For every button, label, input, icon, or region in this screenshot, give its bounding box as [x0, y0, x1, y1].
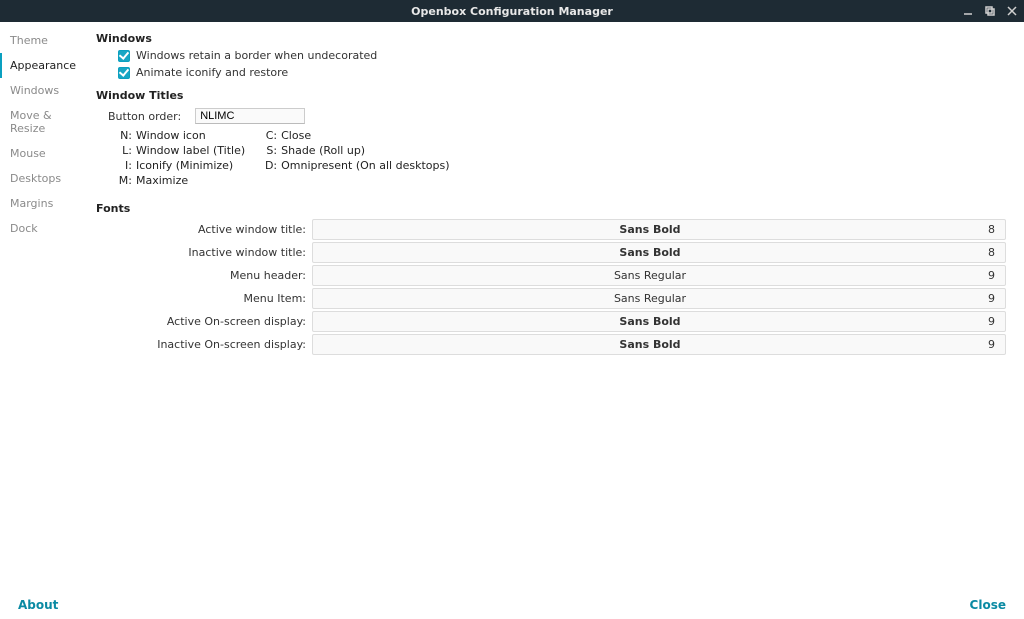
sidebar-item-theme[interactable]: Theme [0, 28, 90, 53]
legend-key: M: [118, 173, 132, 188]
font-name: Sans Bold [323, 246, 977, 259]
sidebar-item-dock[interactable]: Dock [0, 216, 90, 241]
sidebar-item-mouse[interactable]: Mouse [0, 141, 90, 166]
legend-key: L: [118, 143, 132, 158]
retain-border-checkbox[interactable] [118, 50, 130, 62]
font-size: 8 [977, 223, 995, 236]
font-button-active-osd[interactable]: Sans Bold 9 [312, 311, 1006, 332]
close-button[interactable]: Close [970, 598, 1006, 612]
retain-border-row[interactable]: Windows retain a border when undecorated [118, 49, 1010, 62]
close-icon[interactable] [1004, 3, 1020, 19]
font-label: Inactive window title: [96, 246, 312, 259]
font-label: Active On-screen display: [96, 315, 312, 328]
font-label: Menu header: [96, 269, 312, 282]
font-button-inactive-window[interactable]: Sans Bold 8 [312, 242, 1006, 263]
button-order-label: Button order: [108, 110, 181, 123]
font-name: Sans Bold [323, 223, 977, 236]
legend-value: Iconify (Minimize) [136, 159, 233, 172]
legend-key: I: [118, 158, 132, 173]
sidebar-item-margins[interactable]: Margins [0, 191, 90, 216]
font-row-active-window: Active window title: Sans Bold 8 [96, 219, 1010, 240]
font-name: Sans Bold [323, 315, 977, 328]
window-title: Openbox Configuration Manager [411, 5, 613, 18]
section-window-titles-heading: Window Titles [96, 89, 1010, 102]
legend-key: N: [118, 128, 132, 143]
animate-iconify-label: Animate iconify and restore [136, 66, 288, 79]
sidebar-item-appearance[interactable]: Appearance [0, 53, 90, 78]
font-button-active-window[interactable]: Sans Bold 8 [312, 219, 1006, 240]
content-panel: Windows Windows retain a border when und… [90, 22, 1024, 591]
section-fonts-heading: Fonts [96, 202, 1010, 215]
footer: About Close [0, 591, 1024, 619]
button-legend: N: Window icon L: Window label (Title) I: I… [118, 128, 1010, 188]
font-button-menu-header[interactable]: Sans Regular 9 [312, 265, 1006, 286]
font-label: Active window title: [96, 223, 312, 236]
font-size: 9 [977, 315, 995, 328]
button-order-row: Button order: [108, 108, 1010, 124]
titlebar: Openbox Configuration Manager [0, 0, 1024, 22]
maximize-icon[interactable] [982, 3, 998, 19]
font-size: 8 [977, 246, 995, 259]
legend-key: C: [263, 128, 277, 143]
legend-value: Maximize [136, 174, 188, 187]
legend-col-1: N: Window icon L: Window label (Title) I: I… [118, 128, 245, 188]
legend-value: Window label (Title) [136, 144, 245, 157]
font-size: 9 [977, 338, 995, 351]
font-name: Sans Regular [323, 269, 977, 282]
sidebar: Theme Appearance Windows Move & Resize M… [0, 22, 90, 591]
legend-key: D: [263, 158, 277, 173]
font-row-active-osd: Active On-screen display: Sans Bold 9 [96, 311, 1010, 332]
retain-border-label: Windows retain a border when undecorated [136, 49, 377, 62]
font-size: 9 [977, 292, 995, 305]
font-row-inactive-osd: Inactive On-screen display: Sans Bold 9 [96, 334, 1010, 355]
app-body: Theme Appearance Windows Move & Resize M… [0, 22, 1024, 591]
legend-value: Shade (Roll up) [281, 144, 365, 157]
legend-value: Omnipresent (On all desktops) [281, 159, 449, 172]
about-link[interactable]: About [18, 598, 58, 612]
sidebar-item-move-resize[interactable]: Move & Resize [0, 103, 90, 141]
font-row-inactive-window: Inactive window title: Sans Bold 8 [96, 242, 1010, 263]
font-name: Sans Regular [323, 292, 977, 305]
legend-value: Window icon [136, 129, 206, 142]
button-order-input[interactable] [195, 108, 305, 124]
font-row-menu-header: Menu header: Sans Regular 9 [96, 265, 1010, 286]
font-size: 9 [977, 269, 995, 282]
font-label: Inactive On-screen display: [96, 338, 312, 351]
font-label: Menu Item: [96, 292, 312, 305]
animate-iconify-checkbox[interactable] [118, 67, 130, 79]
minimize-icon[interactable] [960, 3, 976, 19]
sidebar-item-desktops[interactable]: Desktops [0, 166, 90, 191]
window-controls [960, 0, 1020, 22]
font-name: Sans Bold [323, 338, 977, 351]
font-button-inactive-osd[interactable]: Sans Bold 9 [312, 334, 1006, 355]
legend-key: S: [263, 143, 277, 158]
sidebar-item-windows[interactable]: Windows [0, 78, 90, 103]
animate-iconify-row[interactable]: Animate iconify and restore [118, 66, 1010, 79]
font-row-menu-item: Menu Item: Sans Regular 9 [96, 288, 1010, 309]
section-windows-heading: Windows [96, 32, 1010, 45]
legend-value: Close [281, 129, 311, 142]
legend-col-2: C: Close S: Shade (Roll up) D: Omnipresent … [263, 128, 449, 188]
font-button-menu-item[interactable]: Sans Regular 9 [312, 288, 1006, 309]
